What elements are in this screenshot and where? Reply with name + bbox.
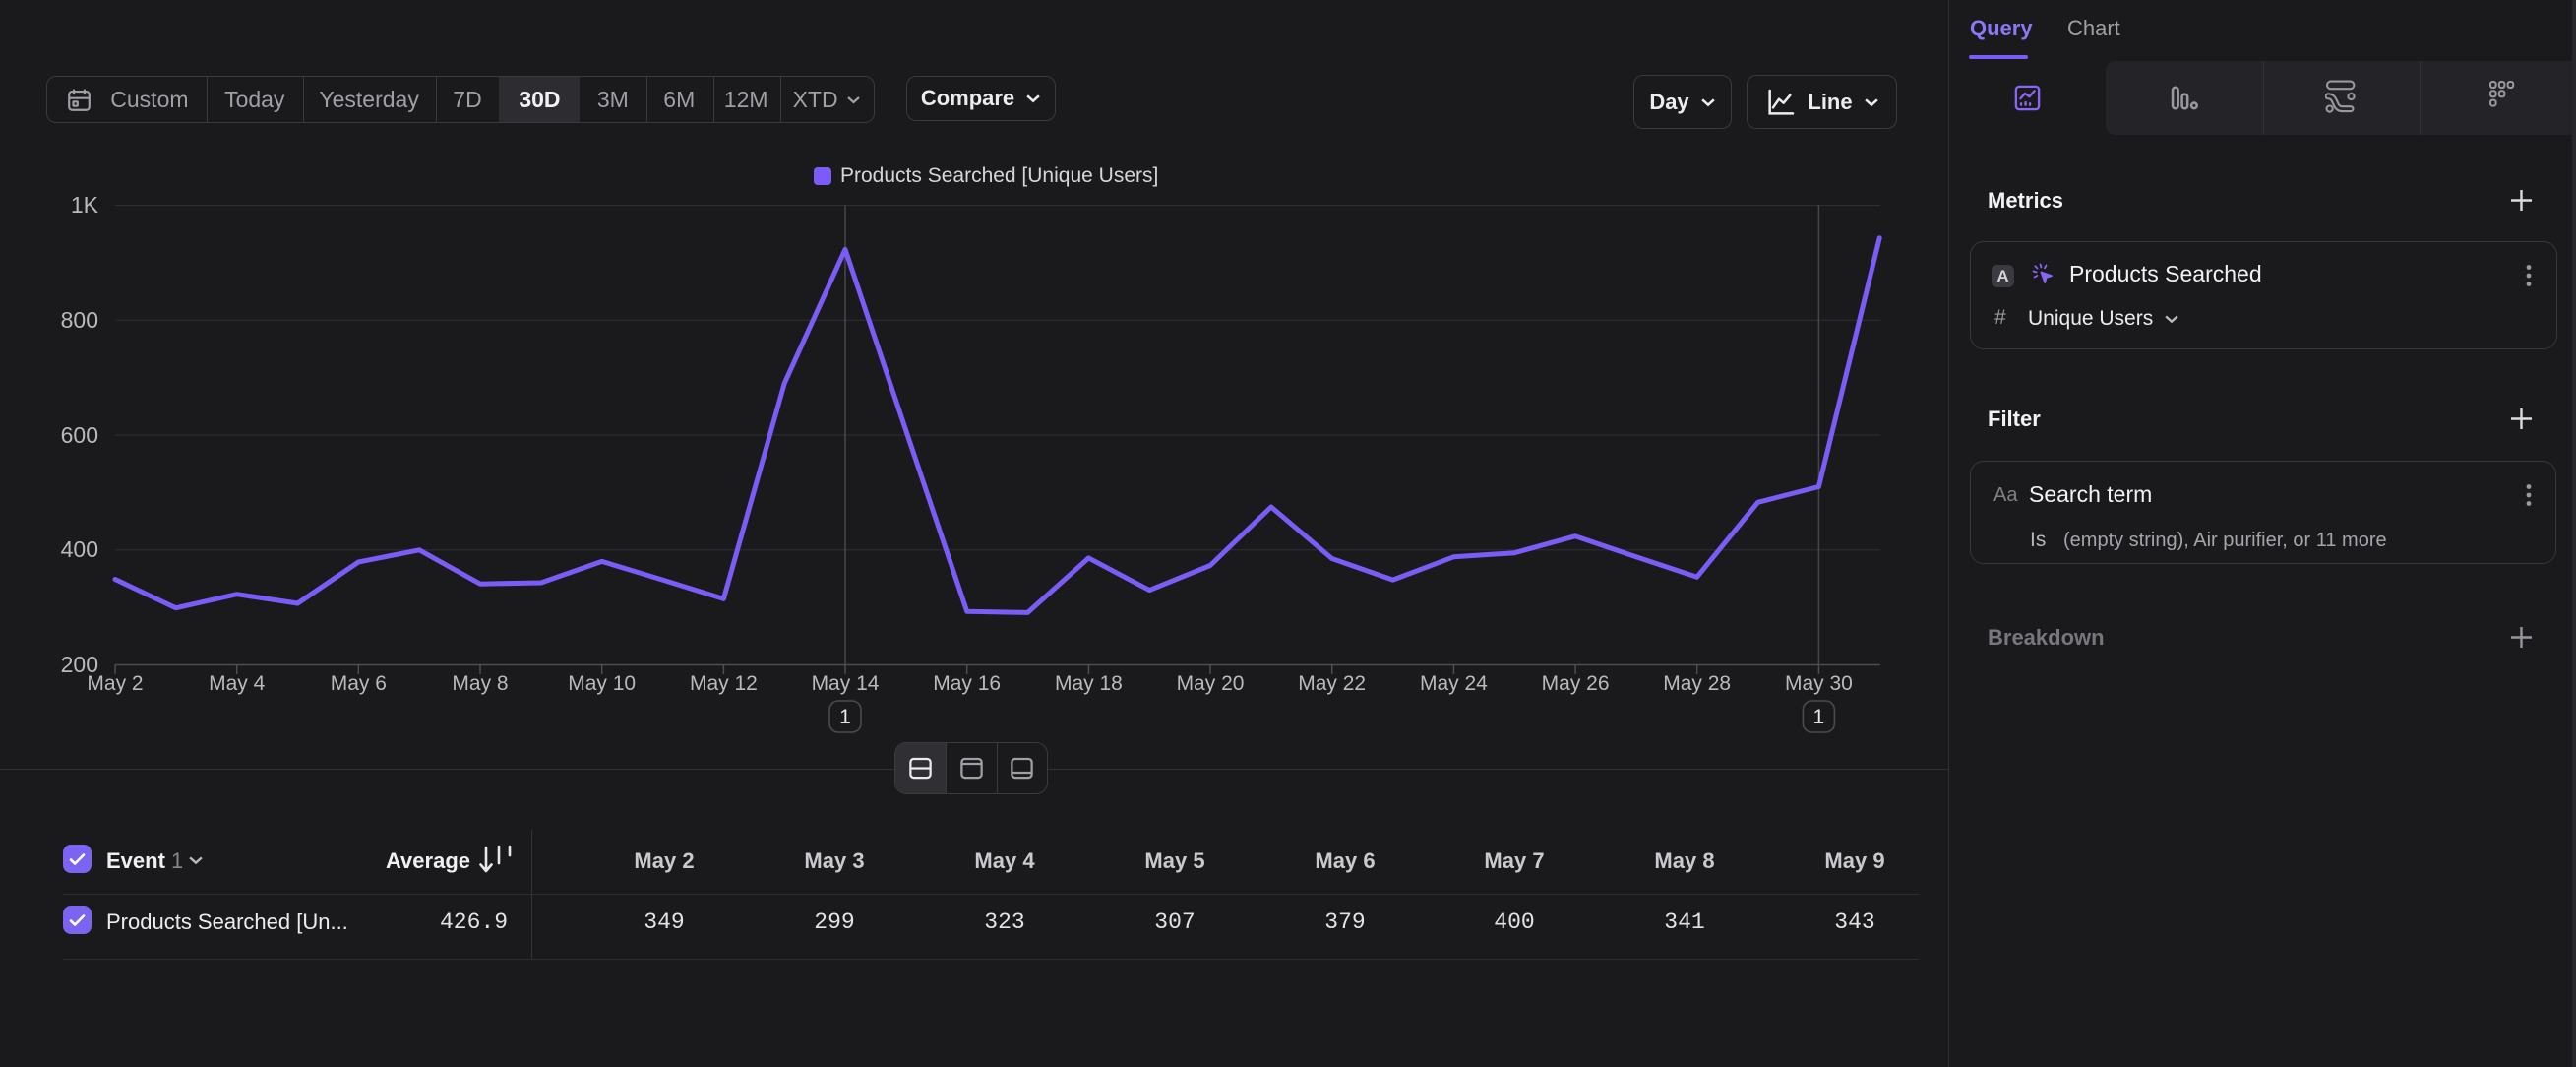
svg-text:May 2: May 2 bbox=[87, 672, 143, 695]
svg-text:800: 800 bbox=[61, 307, 98, 333]
svg-text:1K: 1K bbox=[71, 192, 99, 218]
svg-text:600: 600 bbox=[61, 422, 98, 448]
svg-text:May 20: May 20 bbox=[1177, 672, 1245, 695]
svg-text:May 6: May 6 bbox=[331, 672, 387, 695]
svg-text:May 18: May 18 bbox=[1055, 672, 1123, 695]
svg-text:May 16: May 16 bbox=[933, 672, 1001, 695]
svg-text:May 26: May 26 bbox=[1542, 672, 1610, 695]
svg-text:May 22: May 22 bbox=[1298, 672, 1366, 695]
svg-text:May 28: May 28 bbox=[1663, 672, 1731, 695]
svg-text:May 10: May 10 bbox=[568, 672, 636, 695]
svg-text:May 24: May 24 bbox=[1420, 672, 1488, 695]
svg-text:May 14: May 14 bbox=[812, 672, 880, 695]
svg-text:May 12: May 12 bbox=[690, 672, 758, 695]
svg-text:1: 1 bbox=[1813, 706, 1825, 728]
svg-text:1: 1 bbox=[839, 706, 851, 728]
svg-text:May 8: May 8 bbox=[452, 672, 508, 695]
svg-text:May 4: May 4 bbox=[209, 672, 266, 695]
svg-text:400: 400 bbox=[61, 536, 98, 562]
svg-text:May 30: May 30 bbox=[1785, 672, 1853, 695]
